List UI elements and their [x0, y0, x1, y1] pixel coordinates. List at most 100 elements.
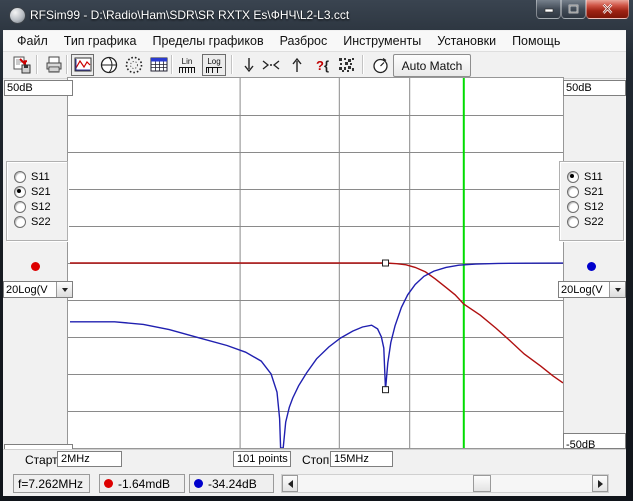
graph-plot-area[interactable]	[68, 78, 563, 448]
radio-checked-icon	[14, 186, 26, 198]
auto-match-button[interactable]: Auto Match	[393, 54, 471, 77]
stop-frequency-input[interactable]: 15MHz	[330, 451, 393, 467]
window-title: RFSim99 - D:\Radio\Ham\SDR\SR RXTX Es\ФН…	[30, 8, 349, 22]
zoom-span-button[interactable]	[259, 54, 282, 76]
component-pattern-button[interactable]	[335, 54, 358, 76]
radio-icon	[14, 216, 26, 228]
right-trace-color-dot	[587, 262, 596, 271]
blue-dot-icon	[194, 479, 203, 488]
sparameter-chart	[68, 78, 563, 448]
log-scale-button[interactable]: Log	[202, 54, 226, 76]
stop-label: Стоп	[302, 453, 329, 467]
left-radio-s21[interactable]: S21	[7, 184, 67, 199]
maximize-icon	[568, 4, 579, 14]
status-bar: f=7.262MHz -1.64mdB -34.24dB	[3, 471, 626, 496]
toolbar-separator	[171, 55, 173, 74]
minimize-icon	[544, 5, 554, 14]
menu-file[interactable]: Файл	[9, 32, 56, 50]
radio-icon	[567, 186, 579, 198]
left-sparam-group: S11 S21 S12 S22	[6, 161, 68, 241]
print-button[interactable]	[42, 54, 65, 76]
linear-scale-button[interactable]: Lin	[175, 54, 199, 76]
scroll-right-button[interactable]	[592, 475, 608, 492]
triangle-left-icon	[288, 480, 293, 488]
question-icon: ?	[316, 58, 324, 73]
right-radio-s21[interactable]: S21	[560, 184, 623, 199]
brace-icon: {	[324, 58, 329, 73]
menu-spread[interactable]: Разброс	[272, 32, 336, 50]
dither-pattern-icon	[338, 57, 355, 73]
chevron-down-icon	[62, 288, 68, 292]
move-up-button[interactable]	[285, 54, 308, 76]
menu-settings[interactable]: Установки	[429, 32, 504, 50]
blue-trace-readout: -34.24dB	[189, 474, 274, 493]
close-icon	[602, 4, 613, 14]
table-icon	[150, 57, 168, 73]
log-icon: Log	[206, 58, 222, 73]
toolbar-separator	[362, 55, 364, 74]
right-format-dropdown[interactable]: 20Log(V	[558, 281, 626, 298]
menu-graph-type[interactable]: Тип графика	[56, 32, 145, 50]
red-trace-readout: -1.64mdB	[99, 474, 185, 493]
toolbar-separator	[66, 55, 68, 74]
toolbar-separator	[231, 55, 233, 74]
right-radio-s12[interactable]: S12	[560, 199, 623, 214]
start-frequency-input[interactable]: 2MHz	[57, 451, 122, 467]
radio-icon	[567, 201, 579, 213]
left-format-dropdown[interactable]: 20Log(V	[3, 281, 73, 298]
menu-bar: Файл Тип графика Пределы графиков Разбро…	[3, 31, 626, 52]
arrow-down-icon	[242, 57, 256, 73]
start-label: Старт	[25, 453, 58, 467]
left-radio-s22[interactable]: S22	[7, 214, 67, 229]
app-icon	[9, 7, 26, 24]
radio-icon	[14, 201, 26, 213]
arrow-up-icon	[290, 57, 304, 73]
right-radio-s11[interactable]: S11	[560, 169, 623, 184]
triangle-right-icon	[598, 480, 603, 488]
menu-graph-limits[interactable]: Пределы графиков	[144, 32, 271, 50]
gauge-icon	[372, 57, 389, 74]
points-input[interactable]: 101 points	[233, 451, 291, 467]
smith-chart-icon	[100, 56, 118, 74]
radio-icon	[567, 216, 579, 228]
print-icon	[45, 56, 63, 74]
toolbar-separator	[36, 55, 38, 74]
left-top-limit-input[interactable]: 50dB	[4, 80, 73, 96]
toolbar: Lin Log ?{	[3, 53, 626, 79]
radio-icon	[14, 171, 26, 183]
polar-chart-icon	[125, 56, 143, 74]
horizontal-scrollbar[interactable]	[281, 474, 609, 493]
rectangular-graph-button[interactable]	[71, 54, 94, 76]
simulate-button[interactable]	[369, 54, 392, 76]
minimize-button[interactable]	[536, 0, 561, 19]
save-export-icon	[13, 56, 31, 74]
dropdown-button[interactable]	[609, 282, 625, 297]
menu-help[interactable]: Помощь	[504, 32, 568, 50]
rectangular-graph-icon	[74, 57, 92, 73]
right-sparam-group: S11 S21 S12 S22	[559, 161, 624, 241]
menu-tools[interactable]: Инструменты	[335, 32, 429, 50]
dropdown-button[interactable]	[56, 282, 72, 297]
cursor-frequency-readout: f=7.262MHz	[13, 474, 90, 493]
left-radio-s11[interactable]: S11	[7, 169, 67, 184]
scroll-left-button[interactable]	[282, 475, 298, 492]
rfsim99-window: { "window": { "title": "RFSim99 - D:\\Ra…	[0, 0, 633, 501]
maximize-button[interactable]	[561, 0, 586, 19]
red-dot-icon	[104, 479, 113, 488]
save-button[interactable]	[10, 54, 33, 76]
right-bottom-limit-input[interactable]: -50dB	[563, 433, 626, 449]
radio-checked-icon	[567, 171, 579, 183]
scrollbar-thumb[interactable]	[473, 475, 491, 492]
close-button[interactable]	[586, 0, 629, 19]
lin-icon: Lin	[179, 58, 195, 73]
right-radio-s22[interactable]: S22	[560, 214, 623, 229]
polar-chart-button[interactable]	[122, 54, 145, 76]
move-down-button[interactable]	[237, 54, 260, 76]
smith-chart-button[interactable]	[97, 54, 120, 76]
table-view-button[interactable]	[147, 54, 170, 76]
converge-arrows-icon	[262, 59, 280, 71]
chevron-down-icon	[615, 288, 621, 292]
right-top-limit-input[interactable]: 50dB	[563, 80, 626, 96]
query-sweep-button[interactable]: ?{	[311, 54, 334, 76]
left-radio-s12[interactable]: S12	[7, 199, 67, 214]
